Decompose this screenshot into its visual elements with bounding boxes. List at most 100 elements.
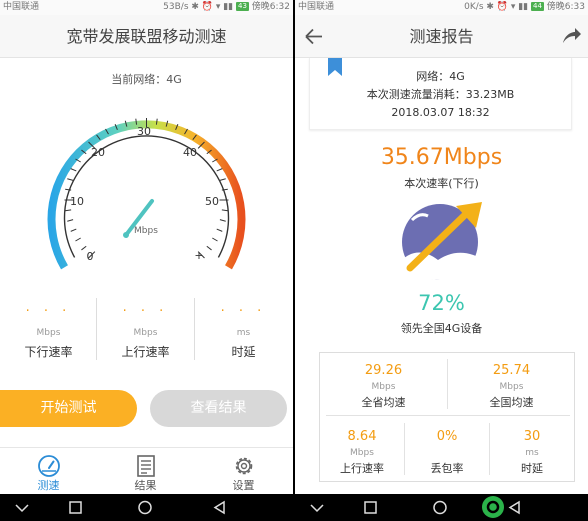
cell-unit: ms [525, 448, 539, 458]
list-icon [136, 455, 155, 477]
back-arrow-icon[interactable] [303, 15, 325, 58]
cell-label: 全省均速 [361, 396, 406, 409]
gauge-inner-arc [63, 135, 230, 258]
rocket-arrow-icon [402, 202, 482, 281]
overlay-logo-icon [482, 496, 504, 518]
stat-unit: Mbps [36, 328, 61, 338]
view-result-button[interactable]: 查看结果 [150, 390, 287, 427]
clock-label: 傍晚6:33 [546, 2, 585, 12]
cell-value: 8.64 [347, 429, 377, 444]
nav-back-icon [508, 500, 520, 515]
nav-recent-icon [364, 501, 377, 514]
gauge-tick-label: + [194, 249, 203, 262]
gauge-tick-label: 50 [205, 195, 219, 208]
tab-speedtest[interactable]: 测速 [0, 448, 97, 495]
report-card: 网络：4G 本次测速流量消耗：33.23MB 2018.03.07 18:32 [309, 58, 572, 130]
download-speed-value: 35.67Mbps [380, 145, 503, 170]
gauge-tick-label: 20 [91, 146, 105, 159]
report-datetime: 2018.03.07 18:32 [391, 106, 490, 119]
tab-label: 测速 [37, 479, 60, 492]
tab-label: 设置 [232, 479, 255, 492]
gauge-tick-mark [67, 178, 74, 181]
cell-unit: Mbps [350, 448, 374, 458]
cell-value: 30 [523, 429, 541, 444]
start-test-button[interactable]: 开始测试 [0, 390, 137, 427]
gauge-tick-mark [216, 228, 223, 232]
speed-report-screen: 中国联通 0K/s ✱ ⏰ ▾ ▮▮ 44 傍晚6:33 测速报告 网络：4G … [295, 0, 588, 521]
report-network: 网络：4G [416, 70, 465, 83]
province-avg-cell: 29.26 Mbps 全省均速 [320, 363, 447, 410]
status-bar: 中国联通 0K/s ✱ ⏰ ▾ ▮▮ 44 傍晚6:33 [295, 0, 588, 15]
gauge-unit: Mbps [134, 226, 158, 236]
battery-icon: 44 [530, 2, 544, 11]
cell-label: 全国均速 [489, 396, 534, 409]
gauge-tick-label: 10 [70, 195, 84, 208]
speed-gauge: Mbps 0 10 20 30 40 50 + [47, 118, 246, 270]
gauge-tick-mark [70, 228, 77, 232]
gauge-tick-mark [70, 168, 77, 172]
stats-grid: 29.26 Mbps 全省均速 25.74 Mbps 全国均速 8.64 Mbp… [319, 352, 575, 482]
nav-down-icon [310, 504, 324, 513]
battery-icon: 43 [235, 2, 249, 11]
status-icons: 53B/s ✱ ⏰ ▾ ▮▮ [163, 2, 236, 12]
share-icon[interactable] [560, 15, 582, 58]
page-title: 宽带发展联盟移动测速 [0, 15, 293, 58]
latency-stat: · · · ms 时延 [195, 296, 292, 362]
nav-down-icon [15, 504, 29, 513]
packet-loss-cell: 0% 丢包率 [405, 429, 489, 476]
nav-home-icon [138, 500, 152, 515]
gauge-tick-mark [75, 237, 81, 242]
status-icons: 0K/s ✱ ⏰ ▾ ▮▮ [464, 2, 531, 12]
gauge-tick-label: 30 [137, 125, 151, 138]
tab-results[interactable]: 结果 [97, 448, 194, 495]
cell-value: 25.74 [492, 363, 531, 378]
tab-settings[interactable]: 设置 [195, 448, 292, 495]
gauge-tick-mark [221, 209, 228, 212]
percent-label: 领先全国4G设备 [400, 322, 483, 335]
grid-hline [326, 415, 570, 416]
latency-cell: 30 ms 时延 [490, 429, 574, 476]
stat-label: 上行速率 [121, 345, 170, 359]
nav-recent-icon [69, 501, 82, 514]
nav-home-icon [433, 500, 447, 515]
stat-value: · · · [220, 304, 267, 319]
speed-test-screen: 中国联通 53B/s ✱ ⏰ ▾ ▮▮ 43 傍晚6:32 宽带发展联盟移动测速… [0, 0, 293, 521]
system-nav-bar [295, 494, 588, 521]
cell-value: 0% [436, 429, 458, 444]
stat-unit: Mbps [133, 328, 158, 338]
system-nav-bar [0, 494, 293, 521]
gauge-tick-mark [65, 209, 72, 212]
percent-value: 72% [418, 291, 465, 315]
stat-unit: ms [236, 328, 251, 338]
national-avg-cell: 25.74 Mbps 全国均速 [448, 363, 575, 410]
stat-value: · · · [122, 304, 169, 319]
cell-value: 29.26 [364, 363, 403, 378]
stat-label: 下行速率 [24, 345, 73, 359]
status-bar: 中国联通 53B/s ✱ ⏰ ▾ ▮▮ 43 傍晚6:32 [0, 0, 293, 15]
cell-unit [405, 447, 489, 459]
clock-label: 傍晚6:32 [251, 2, 290, 12]
upload-speed-cell: 8.64 Mbps 上行速率 [320, 429, 404, 476]
tab-bar: 测速 结果 设置 [0, 447, 293, 494]
title-bar: 测速报告 [295, 15, 588, 58]
carrier-label: 中国联通 [3, 2, 40, 12]
cell-label: 丢包率 [430, 462, 464, 475]
gauge-tick-label: 0 [87, 250, 94, 263]
upload-stat: · · · Mbps 上行速率 [97, 296, 194, 362]
download-speed-label: 本次速率(下行) [404, 177, 479, 190]
current-network-label: 当前网络：4G [111, 73, 182, 86]
gauge-tick-label: 40 [183, 146, 197, 159]
gauge-tick-mark [219, 219, 226, 222]
cell-unit: Mbps [499, 382, 524, 392]
carrier-label: 中国联通 [298, 2, 335, 12]
gauge-tick-mark [81, 245, 87, 251]
tab-label: 结果 [134, 479, 157, 492]
download-stat: · · · Mbps 下行速率 [0, 296, 97, 362]
gauge-tick-mark [216, 168, 223, 172]
stat-value: · · · [25, 304, 72, 319]
cell-unit: Mbps [371, 382, 396, 392]
page-title: 测速报告 [409, 27, 474, 46]
stat-label: 时延 [231, 345, 256, 359]
gauge-tick-mark [67, 219, 74, 222]
gauge-tick-mark [212, 237, 218, 242]
